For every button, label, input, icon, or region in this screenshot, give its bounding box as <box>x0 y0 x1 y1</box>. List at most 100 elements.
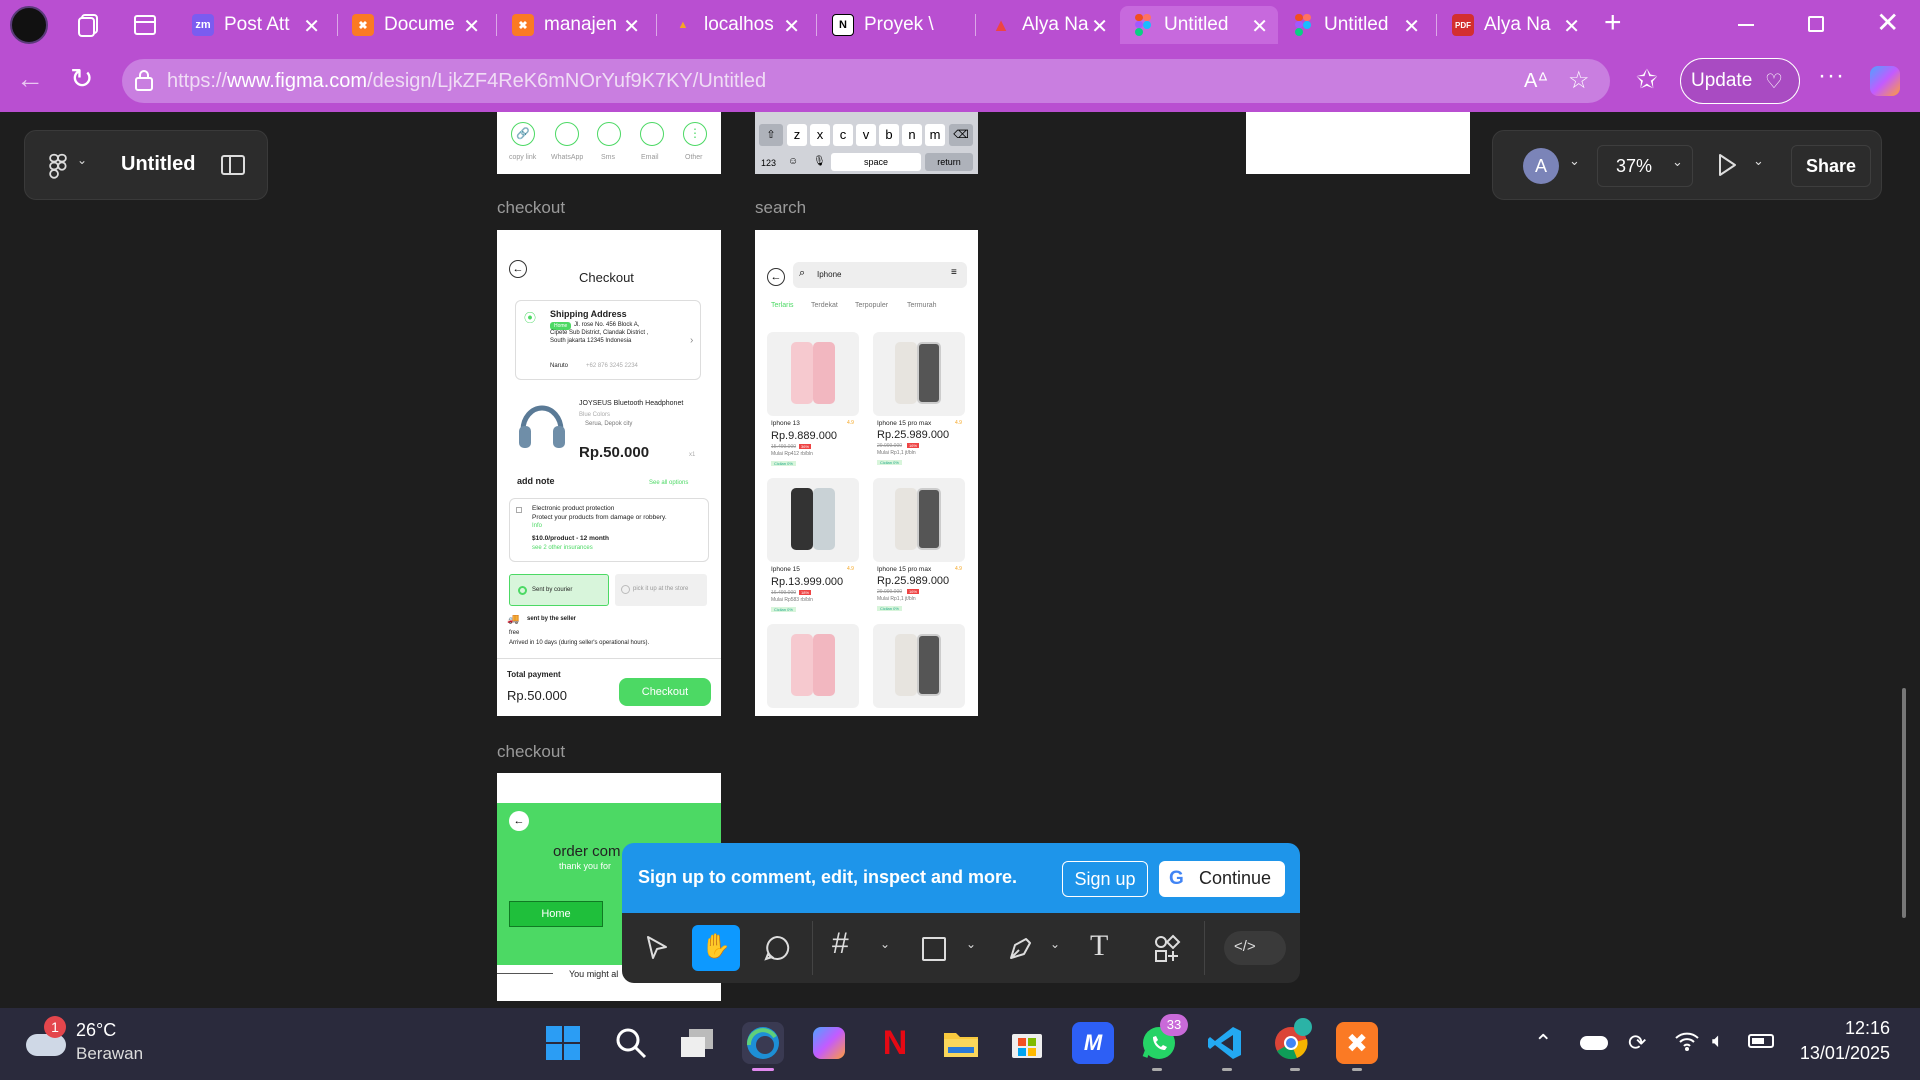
home-button[interactable]: Home <box>509 901 603 927</box>
signup-button[interactable]: Sign up <box>1062 861 1148 897</box>
back-icon[interactable]: ← <box>16 64 44 94</box>
tab-manajen[interactable]: ✖ manajen ✕ <box>500 6 650 44</box>
tab-proyek[interactable]: N Proyek \ <box>820 6 970 44</box>
workspaces-icon[interactable] <box>76 12 102 38</box>
file-explorer-icon[interactable] <box>940 1022 982 1064</box>
share-email[interactable] <box>640 122 664 146</box>
onedrive-icon[interactable] <box>1580 1036 1608 1050</box>
refresh-icon[interactable]: ↻ <box>70 64 93 94</box>
sync-icon[interactable]: ⟳ <box>1628 1030 1646 1056</box>
volume-icon[interactable]: 🔈︎ <box>1712 1030 1724 1053</box>
close-tab-icon[interactable]: ✕ <box>1403 14 1420 39</box>
tab-untitled[interactable]: Untitled ✕ <box>1280 6 1430 44</box>
avatar[interactable]: A <box>1523 148 1559 184</box>
continue-google-button[interactable]: G Continue <box>1159 861 1285 897</box>
favorite-star-icon[interactable]: ☆ <box>1568 66 1590 95</box>
tab-docume[interactable]: ✖ Docume ✕ <box>340 6 490 44</box>
components-tool-icon[interactable] <box>1152 933 1182 968</box>
close-tab-icon[interactable]: ✕ <box>783 14 800 39</box>
minimize-icon[interactable] <box>1738 24 1754 26</box>
share-whatsapp[interactable] <box>555 122 579 146</box>
text-tool-icon[interactable]: T <box>1090 929 1108 963</box>
checkout-frame[interactable]: ← Checkout ⦿ Shipping Address Home Jl. r… <box>497 230 721 716</box>
update-button[interactable]: Update ♡ <box>1680 58 1800 104</box>
more-menu-icon[interactable]: ··· <box>1818 62 1845 90</box>
edge-icon[interactable] <box>742 1022 784 1064</box>
read-aloud-icon[interactable]: Aᐞ <box>1524 68 1548 93</box>
microsoft-store-icon[interactable] <box>1006 1022 1048 1064</box>
tab-actions-icon[interactable] <box>132 12 158 38</box>
frame-label-checkout-2[interactable]: checkout <box>497 742 565 762</box>
favorites-icon[interactable]: ✩ <box>1636 64 1658 95</box>
option-sent-by-courier: Sent by courier <box>509 574 609 606</box>
checkout-button[interactable]: Checkout <box>619 678 711 706</box>
rectangle-tool-icon[interactable] <box>922 937 946 961</box>
file-name[interactable]: Untitled <box>121 153 195 176</box>
phpmyadmin-favicon-icon: ▲ <box>677 19 689 31</box>
close-tab-icon[interactable]: ✕ <box>1091 14 1108 39</box>
task-view-icon[interactable] <box>676 1022 718 1064</box>
copilot-icon[interactable] <box>1870 66 1900 96</box>
close-tab-icon[interactable]: ✕ <box>623 14 640 39</box>
tab-post-att[interactable]: zm Post Att ✕ <box>180 6 330 44</box>
product-image-pink-2 <box>767 624 859 708</box>
zoom-select[interactable]: 37% ⌄ <box>1597 145 1693 187</box>
chevron-down-icon[interactable]: ⌄ <box>77 153 87 167</box>
whatsapp-icon[interactable]: 33 <box>1138 1014 1188 1064</box>
share-copy-link[interactable]: 🔗 <box>511 122 535 146</box>
pen-tool-icon[interactable] <box>1006 933 1036 968</box>
new-tab-icon[interactable]: + <box>1604 8 1622 38</box>
taskbar-search-icon[interactable] <box>610 1022 652 1064</box>
chevron-down-icon[interactable]: ⌄ <box>1753 153 1764 169</box>
frame-label-search[interactable]: search <box>755 198 806 218</box>
pdf-favicon-icon: PDF <box>1452 14 1474 36</box>
weather-widget[interactable]: 1 26°C Berawan <box>24 1016 174 1072</box>
frame-tool-icon[interactable]: # <box>832 927 849 961</box>
close-tab-icon[interactable]: ✕ <box>303 14 320 39</box>
copilot-app-icon[interactable] <box>808 1022 850 1064</box>
close-tab-icon[interactable]: ✕ <box>1563 14 1580 39</box>
close-tab-icon[interactable]: ✕ <box>1251 14 1268 39</box>
xampp-favicon-icon: ✖ <box>512 14 534 36</box>
start-icon[interactable] <box>542 1022 584 1064</box>
url-field[interactable]: https://www.figma.com/design/LjkZF4ReK6m… <box>122 59 1610 103</box>
tab-untitled-active[interactable]: Untitled ✕ <box>1120 6 1278 44</box>
chevron-down-icon[interactable]: ⌄ <box>1569 153 1580 169</box>
share-button[interactable]: Share <box>1791 145 1871 187</box>
comment-tool-icon[interactable] <box>762 933 792 968</box>
tab-localhost[interactable]: ▲ localhos ✕ <box>660 6 810 44</box>
xampp-icon[interactable]: ✖ <box>1336 1022 1378 1064</box>
keyboard-frame[interactable]: ⇧ z x c v b n m ⌫ 123 ☺ 🎙 space return <box>755 112 978 174</box>
cloud-icon <box>26 1034 66 1056</box>
hand-tool-icon[interactable]: ✋ <box>692 925 740 971</box>
share-sheet-frame[interactable]: 🔗 ⋮ copy link WhatsApp Sms Email Other <box>497 112 721 174</box>
share-sms[interactable] <box>597 122 621 146</box>
close-window-icon[interactable]: ✕ <box>1876 8 1899 38</box>
canvas-scrollbar[interactable] <box>1902 688 1906 918</box>
present-play-icon[interactable] <box>1715 151 1739 184</box>
search-frame[interactable]: ← ⌕ Iphone ≡ Terlaris Terdekat Terpopule… <box>755 230 978 716</box>
chevron-down-icon[interactable]: ⌄ <box>966 937 976 951</box>
figma-menu-icon[interactable] <box>49 153 67 184</box>
netflix-icon[interactable]: N <box>874 1022 916 1064</box>
tab-alya-na-pdf[interactable]: PDF Alya Na ✕ <box>1440 6 1590 44</box>
battery-icon[interactable] <box>1748 1034 1774 1048</box>
restore-icon[interactable] <box>1808 16 1824 32</box>
app-blue-icon[interactable]: M <box>1072 1022 1114 1064</box>
chrome-icon[interactable] <box>1270 1018 1312 1064</box>
dev-mode-toggle[interactable]: </> <box>1224 931 1286 965</box>
close-tab-icon[interactable]: ✕ <box>463 14 480 39</box>
wifi-icon[interactable] <box>1674 1030 1700 1057</box>
clock[interactable]: 12:16 13/01/2025 <box>1790 1018 1890 1068</box>
frame-partial-right[interactable] <box>1246 112 1470 174</box>
move-tool-icon[interactable] <box>642 933 672 968</box>
profile-avatar[interactable] <box>10 6 48 44</box>
chevron-down-icon[interactable]: ⌄ <box>880 937 890 951</box>
share-other[interactable]: ⋮ <box>683 122 707 146</box>
tab-alya-na[interactable]: ▲ Alya Na ✕ <box>978 6 1118 44</box>
chevron-down-icon[interactable]: ⌄ <box>1050 937 1060 951</box>
sidebar-toggle-icon[interactable] <box>221 155 245 175</box>
show-hidden-icons-icon[interactable]: ⌃ <box>1534 1030 1552 1056</box>
frame-label-checkout[interactable]: checkout <box>497 198 565 218</box>
vscode-icon[interactable] <box>1204 1022 1246 1064</box>
